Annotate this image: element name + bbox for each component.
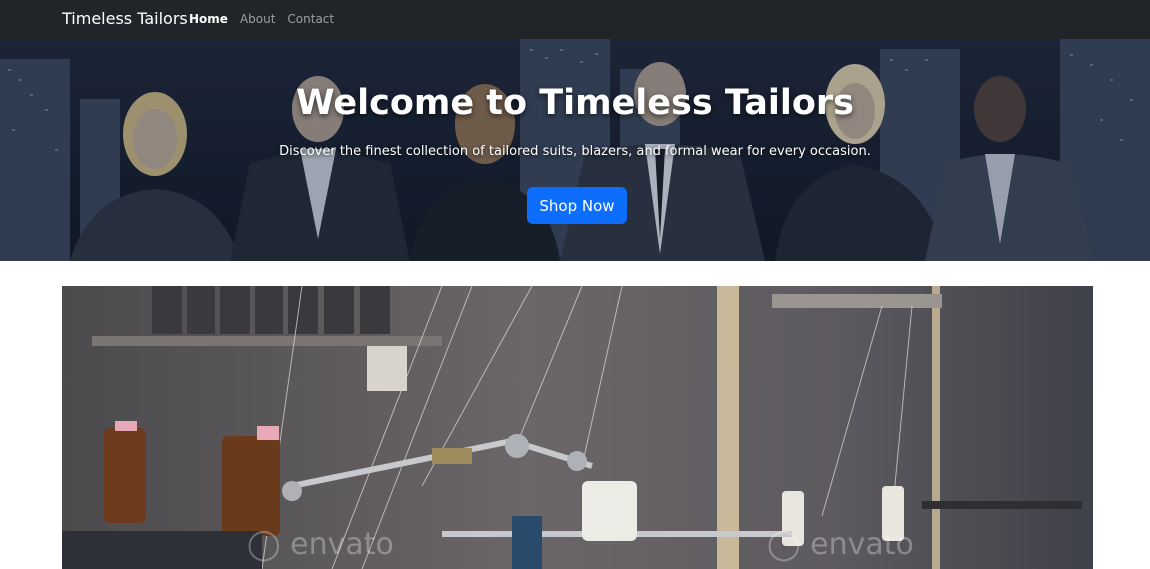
workshop-image: ◯ envato ◯ envato	[62, 286, 1093, 569]
hero-banner: Welcome to Timeless Tailors Discover the…	[0, 39, 1150, 261]
nav-link-home[interactable]: Home	[189, 12, 228, 26]
watermark-left: ◯ envato	[247, 527, 394, 562]
hero-subtitle: Discover the finest collection of tailor…	[279, 144, 871, 159]
nav-link-about[interactable]: About	[240, 12, 275, 26]
nav-link-contact[interactable]: Contact	[287, 12, 334, 26]
shop-now-button[interactable]: Shop Now	[527, 187, 627, 224]
top-navbar: Timeless Tailors Home About Contact	[0, 0, 1150, 39]
hero-title: Welcome to Timeless Tailors	[295, 83, 855, 123]
sewing-machine-photo: ◯ envato ◯ envato	[62, 286, 1093, 569]
watermark-right: ◯ envato	[767, 527, 914, 562]
nav-links: Home About Contact	[189, 12, 334, 26]
brand-link[interactable]: Timeless Tailors	[62, 9, 188, 28]
